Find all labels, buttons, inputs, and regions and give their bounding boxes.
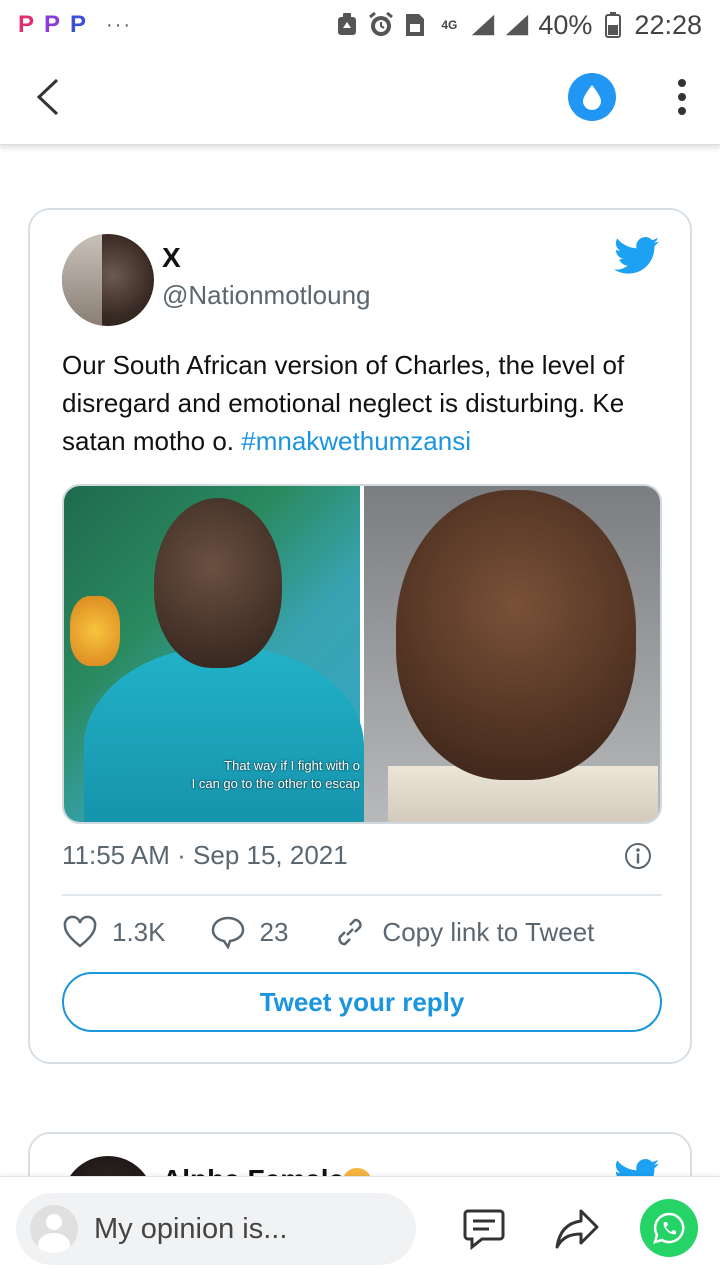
like-button[interactable]: 1.3K xyxy=(62,915,166,949)
chevron-left-icon xyxy=(36,78,59,116)
recycle-icon xyxy=(334,12,360,38)
tweet-text: Our South African version of Charles, th… xyxy=(62,346,672,460)
clock: 22:28 xyxy=(634,9,702,40)
notification-p-icon: P xyxy=(70,11,87,38)
copy-link-button[interactable]: Copy link to Tweet xyxy=(332,914,594,950)
media-caption: That way if I fight with o xyxy=(224,758,360,773)
info-icon[interactable] xyxy=(624,842,652,870)
heart-icon xyxy=(63,915,97,948)
media-caption: I can go to the other to escap xyxy=(191,776,360,791)
divider xyxy=(62,894,662,896)
like-count: 1.3K xyxy=(112,916,166,947)
reply-count: 23 xyxy=(259,916,289,947)
battery-icon xyxy=(600,12,626,38)
whatsapp-share-button[interactable] xyxy=(640,1199,698,1257)
tweet-handle[interactable]: @Nationmotloung xyxy=(162,280,371,311)
battery-percent: 40% xyxy=(538,9,593,40)
more-vertical-icon xyxy=(678,79,686,115)
sim-card-icon xyxy=(402,12,428,38)
water-drop-button[interactable] xyxy=(568,73,616,121)
tweet-media[interactable]: That way if I fight with o I can go to t… xyxy=(62,484,662,824)
alarm-icon xyxy=(368,12,394,38)
comment-icon[interactable] xyxy=(462,1207,506,1251)
signal-icon xyxy=(504,12,530,38)
media-image-right[interactable] xyxy=(364,486,660,822)
twitter-bird-icon[interactable] xyxy=(614,236,660,276)
status-bar: P P P ··· 4G 40% 22:28 xyxy=(0,0,720,50)
whatsapp-icon xyxy=(653,1212,685,1244)
tweet-display-name[interactable]: X xyxy=(162,242,181,274)
overflow-dots: ··· xyxy=(106,13,133,36)
link-icon xyxy=(338,918,363,946)
app-bar xyxy=(0,50,720,145)
tweet-actions: 1.3K 23 Copy link to Tweet xyxy=(62,910,672,954)
tweet-timestamp[interactable]: 11:55 AM · Sep 15, 2021 xyxy=(62,840,348,871)
tweet-reply-button[interactable]: Tweet your reply xyxy=(62,972,662,1032)
notification-p-icon: P xyxy=(44,11,61,38)
hashtag-link[interactable]: #mnakwethumzansi xyxy=(241,426,471,456)
reply-bubble-icon xyxy=(211,916,244,949)
opinion-input[interactable]: My opinion is... xyxy=(16,1193,416,1265)
more-options-button[interactable] xyxy=(664,69,700,125)
water-drop-icon xyxy=(583,85,601,110)
reply-count-button[interactable]: 23 xyxy=(210,915,289,949)
system-status: 4G 40% 22:28 xyxy=(334,10,702,41)
share-icon[interactable] xyxy=(554,1207,600,1251)
avatar[interactable] xyxy=(62,234,154,326)
bottom-bar: My opinion is... xyxy=(0,1176,720,1280)
notification-icons: P P P ··· xyxy=(18,13,132,37)
notification-p-icon: P xyxy=(18,11,35,38)
network-4g-icon: 4G xyxy=(436,12,462,38)
user-avatar-icon xyxy=(30,1205,78,1253)
signal-icon xyxy=(470,12,496,38)
opinion-placeholder: My opinion is... xyxy=(94,1212,288,1245)
back-button[interactable] xyxy=(20,69,76,125)
tweet-card[interactable]: X @Nationmotloung Our South African vers… xyxy=(28,208,692,1064)
network-label: 4G xyxy=(441,18,458,32)
media-image-left[interactable]: That way if I fight with o I can go to t… xyxy=(64,486,364,822)
copy-link-label: Copy link to Tweet xyxy=(382,916,595,947)
